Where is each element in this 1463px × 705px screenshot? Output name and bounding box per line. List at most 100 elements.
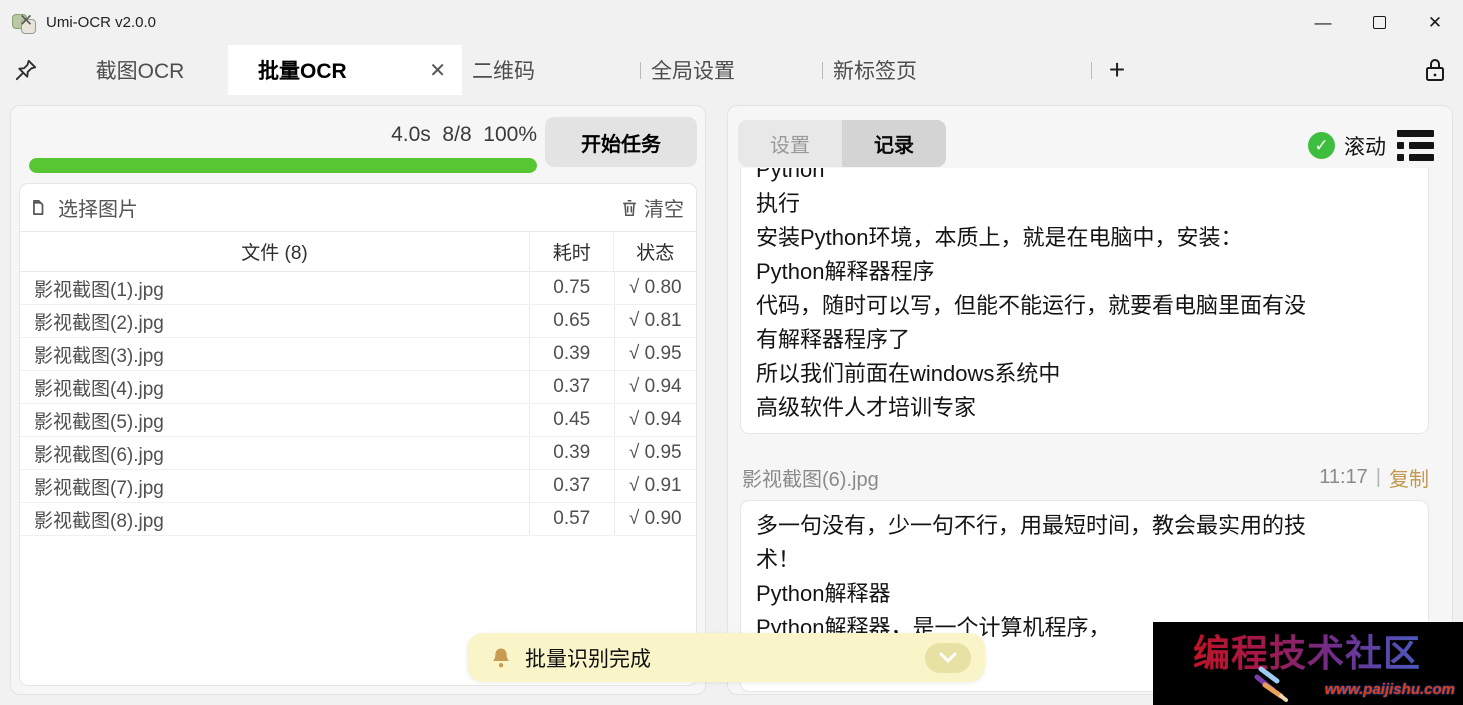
ocr-text-line: Python解释器程序 (756, 255, 1413, 289)
status-cell: √ 0.94 (614, 404, 697, 436)
file-list-card: 选择图片 清空 文件 (8) 耗时 状态 影视截图(1).jpg 0.75 √ … (19, 183, 697, 686)
column-header-time[interactable]: 耗时 (529, 232, 614, 271)
select-images-button[interactable]: 选择图片 (32, 193, 138, 222)
tab-new-page[interactable]: 新标签页 (823, 45, 1091, 95)
tab-qrcode-label: 二维码 (472, 55, 535, 85)
scroll-label: 滚动 (1344, 131, 1386, 161)
table-row[interactable]: 影视截图(5).jpg 0.45 √ 0.94 (20, 404, 696, 437)
ocr-text-line: 有解释器程序了 (756, 323, 1413, 357)
copy-link[interactable]: 复制 (1389, 463, 1429, 492)
time-cell: 0.45 (529, 404, 614, 436)
chevron-down-icon (939, 652, 957, 664)
tab-batch-ocr[interactable]: 批量OCR ✕ (228, 45, 462, 95)
file-table-header: 文件 (8) 耗时 状态 (20, 232, 696, 272)
status-cell: √ 0.95 (614, 338, 697, 370)
tab-records[interactable]: 记录 (842, 120, 946, 167)
file-name-cell: 影视截图(1).jpg (20, 272, 529, 304)
tab-batch-ocr-label: 批量OCR (258, 55, 347, 85)
tab-new-page-label: 新标签页 (833, 55, 917, 85)
status-cell: √ 0.91 (614, 470, 697, 502)
table-row[interactable]: 影视截图(1).jpg 0.75 √ 0.80 (20, 272, 696, 305)
lock-icon (1423, 57, 1447, 83)
folder-icon (32, 198, 53, 217)
minimize-button[interactable]: — (1295, 3, 1351, 43)
ocr-text-line: 所以我们前面在windows系统中 (756, 357, 1413, 391)
select-images-label: 选择图片 (58, 193, 138, 222)
status-cell: √ 0.95 (614, 437, 697, 469)
ocr-text-line: 安装Python环境，本质上，就是在电脑中，安装： (756, 221, 1413, 255)
tab-close-icon[interactable]: ✕ (429, 58, 446, 83)
tab-screenshot-ocr-label: 截图OCR (96, 55, 185, 85)
ocr-text-line: Python (756, 168, 1413, 187)
task-stats: 4.0s 8/8 100% (391, 123, 537, 147)
tab-global-settings[interactable]: 全局设置 (641, 45, 822, 95)
start-task-button[interactable]: 开始任务 (545, 117, 697, 167)
clear-button[interactable]: 清空 (620, 193, 684, 222)
tab-bar: 截图OCR 批量OCR ✕ 二维码 全局设置 新标签页 + (0, 45, 1463, 95)
file-name-cell: 影视截图(7).jpg (20, 470, 529, 502)
tab-screenshot-ocr[interactable]: 截图OCR (52, 45, 228, 95)
record-separator: | (1376, 466, 1381, 489)
close-button[interactable]: ✕ (1407, 3, 1463, 43)
ocr-text-line: 术！ (756, 543, 1413, 577)
ocr-record-block: Python执行安装Python环境，本质上，就是在电脑中，安装：Python解… (740, 168, 1429, 434)
table-row[interactable]: 影视截图(7).jpg 0.37 √ 0.91 (20, 470, 696, 503)
toast-collapse-button[interactable] (925, 643, 971, 673)
watermark-url: www.paijishu.com (1325, 681, 1455, 698)
time-cell: 0.37 (529, 371, 614, 403)
status-cell: √ 0.80 (614, 272, 697, 304)
pushpin-icon (13, 57, 39, 83)
column-header-status[interactable]: 状态 (613, 232, 696, 271)
table-row[interactable]: 影视截图(3).jpg 0.39 √ 0.95 (20, 338, 696, 371)
time-cell: 0.65 (529, 305, 614, 337)
table-row[interactable]: 影视截图(4).jpg 0.37 √ 0.94 (20, 371, 696, 404)
record-time: 11:17 (1319, 466, 1368, 489)
ocr-text-line: 多一句没有，少一句不行，用最短时间，教会最实用的技 (756, 509, 1413, 543)
record-header: 影视截图(6).jpg 11:17 | 复制 (742, 458, 1429, 496)
tab-global-settings-label: 全局设置 (651, 55, 735, 85)
progress-bar (29, 158, 537, 173)
trash-icon (620, 198, 639, 218)
add-tab-button[interactable]: + (1092, 45, 1142, 95)
status-cell: √ 0.94 (614, 371, 697, 403)
file-name-cell: 影视截图(6).jpg (20, 437, 529, 469)
time-cell: 0.57 (529, 503, 614, 535)
maximize-button[interactable] (1351, 3, 1407, 43)
column-header-file[interactable]: 文件 (8) (20, 232, 529, 271)
file-name-cell: 影视截图(4).jpg (20, 371, 529, 403)
time-cell: 0.39 (529, 437, 614, 469)
status-cell: √ 0.81 (614, 305, 697, 337)
file-name-cell: 影视截图(2).jpg (20, 305, 529, 337)
ocr-text-line: Python解释器 (756, 577, 1413, 611)
file-name-cell: 影视截图(5).jpg (20, 404, 529, 436)
notification-toast: 批量识别完成 (467, 633, 985, 682)
window-title: Umi-OCR v2.0.0 (46, 14, 156, 31)
pin-button[interactable] (0, 45, 52, 95)
ocr-text-line: 代码，随时可以写，但能不能运行，就要看电脑里面有没 (756, 289, 1413, 323)
record-file-name: 影视截图(6).jpg (742, 463, 879, 492)
title-bar: ✕ Umi-OCR v2.0.0 — ✕ (0, 0, 1463, 45)
toast-message: 批量识别完成 (525, 643, 651, 673)
time-cell: 0.75 (529, 272, 614, 304)
ocr-results-panel: 设置 记录 ✓ 滚动 Python执行安装Python环境，本质上，就是在电脑中… (727, 105, 1453, 695)
right-tab-group: 设置 记录 (738, 120, 946, 167)
bell-icon (491, 647, 511, 669)
site-watermark: 编程技术社区 www.paijishu.com (1153, 622, 1463, 705)
lock-button[interactable] (1407, 45, 1463, 95)
pencils-icon (1251, 663, 1297, 703)
ocr-text-line: 执行 (756, 187, 1413, 221)
tab-settings[interactable]: 设置 (738, 120, 842, 167)
time-cell: 0.37 (529, 470, 614, 502)
tab-qrcode[interactable]: 二维码 (462, 45, 640, 95)
file-name-cell: 影视截图(8).jpg (20, 503, 529, 535)
batch-task-panel: 4.0s 8/8 100% 开始任务 选择图片 清空 文件 (8) 耗时 状态 (10, 105, 706, 695)
records-scroll-area[interactable]: Python执行安装Python环境，本质上，就是在电脑中，安装：Python解… (728, 168, 1452, 694)
table-row[interactable]: 影视截图(6).jpg 0.39 √ 0.95 (20, 437, 696, 470)
table-row[interactable]: 影视截图(2).jpg 0.65 √ 0.81 (20, 305, 696, 338)
table-row[interactable]: 影视截图(8).jpg 0.57 √ 0.90 (20, 503, 696, 536)
list-menu-icon[interactable] (1395, 128, 1436, 163)
ocr-text-line: 高级软件人才培训专家 (756, 391, 1413, 425)
scroll-checkbox[interactable]: ✓ (1308, 132, 1335, 159)
file-table-body: 影视截图(1).jpg 0.75 √ 0.80 影视截图(2).jpg 0.65… (20, 272, 696, 536)
status-cell: √ 0.90 (614, 503, 697, 535)
